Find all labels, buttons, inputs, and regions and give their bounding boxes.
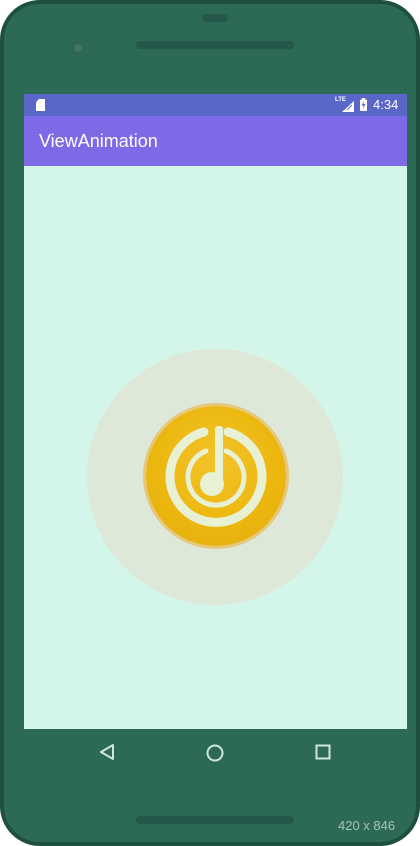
app-title: ViewAnimation <box>39 131 158 151</box>
status-bar: LTE 4:34 <box>24 94 407 116</box>
front-camera <box>70 40 86 56</box>
back-icon[interactable] <box>99 743 115 761</box>
top-speaker <box>136 41 294 49</box>
home-icon[interactable] <box>206 744 224 762</box>
sd-card-icon <box>36 99 45 111</box>
device-frame: LTE 4:34 ViewAnimation <box>0 0 420 846</box>
bottom-speaker <box>136 816 294 824</box>
screen: LTE 4:34 ViewAnimation <box>24 94 407 729</box>
status-time: 4:34 <box>373 97 399 112</box>
signal-icon <box>342 101 354 112</box>
app-bar: ViewAnimation <box>24 116 407 166</box>
music-power-icon <box>165 426 267 527</box>
earpiece <box>202 14 228 22</box>
navigation-bar <box>24 729 407 775</box>
music-play-button[interactable] <box>146 406 286 546</box>
resolution-label: 420 x 846 <box>338 818 396 833</box>
battery-icon <box>360 98 367 111</box>
recent-apps-icon[interactable] <box>315 744 331 760</box>
